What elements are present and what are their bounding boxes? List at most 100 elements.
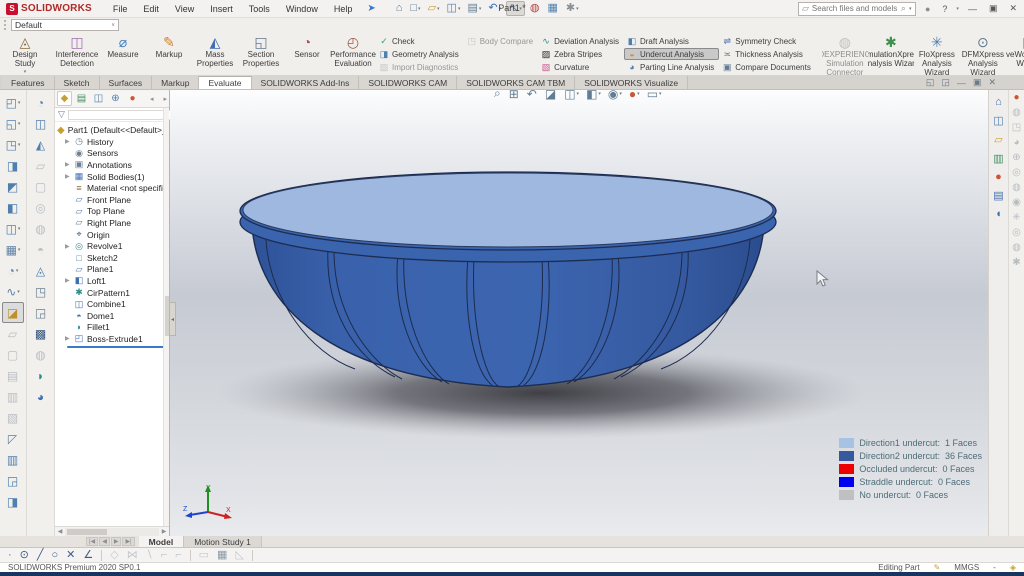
toolbar-button[interactable]: ◭ (30, 134, 52, 155)
panel-tab[interactable]: ● (125, 91, 140, 106)
toolbar-button[interactable]: ◫ ▾ (2, 218, 24, 239)
tree-item[interactable]: ◫ Combine1 (57, 298, 169, 310)
panel-tab[interactable]: ▤ (74, 91, 89, 106)
pane-split-icon[interactable]: ◲ (941, 77, 950, 88)
panel-splitter-handle[interactable]: ◂ (170, 302, 176, 336)
tree-item[interactable]: ⌖ Origin (57, 229, 169, 241)
tab-scroll-button[interactable]: ◀ (99, 537, 110, 546)
expand-arrow-icon[interactable]: ▶ (65, 138, 71, 145)
expand-arrow-icon[interactable]: ▶ (65, 277, 71, 284)
ribbon-small-button[interactable]: ◧ Draft Analysis (624, 35, 719, 47)
scroll-right-icon[interactable]: ▶ (159, 528, 169, 535)
toolbar-button[interactable]: ✱ (1012, 257, 1020, 268)
task-pane-tab[interactable]: ⌂ (995, 96, 1002, 108)
command-tab[interactable]: SOLIDWORKS CAM (359, 76, 457, 89)
toolbar-button[interactable]: ◳ ▾ (2, 134, 24, 155)
tree-item[interactable]: ◗ Fillet1 (57, 322, 169, 334)
toolbar-button[interactable]: ● (1013, 92, 1019, 103)
menu-item[interactable]: Insert (203, 2, 240, 16)
expand-arrow-icon[interactable]: ▶ (65, 335, 71, 342)
toolbar-button[interactable]: ✳ (1012, 212, 1020, 223)
toolbar-button[interactable]: ◸ (2, 428, 24, 449)
toolbar-button[interactable]: ▩ (30, 323, 52, 344)
units-caret[interactable]: - (993, 563, 996, 572)
toolbar-button[interactable]: ◕ (1013, 137, 1019, 148)
toolbar-button[interactable]: ▦ ▾ (2, 239, 24, 260)
quick-access-button[interactable]: ▦ (545, 2, 560, 15)
toolbar-button[interactable]: ◍ (1012, 242, 1021, 253)
search-icon[interactable]: ⌕ (901, 3, 906, 14)
panel-horizontal-scrollbar[interactable]: ◀ ▶ (55, 526, 169, 536)
ribbon-small-button[interactable]: ▧ Import Diagnostics (376, 61, 464, 73)
tree-item[interactable]: ▶ ◰ Boss-Extrude1 (57, 333, 169, 345)
task-pane-tab[interactable]: ◖ (995, 208, 1002, 220)
tab-scroll-button[interactable]: ▶ (111, 537, 122, 546)
doc-minimize-button[interactable]: — (957, 78, 966, 88)
view-tool-button[interactable]: ◫ ▾ (564, 90, 579, 101)
tree-item[interactable]: ▱ Right Plane (57, 217, 169, 229)
toolbar-button[interactable]: ◔ ▾ (2, 260, 24, 281)
scroll-left-icon[interactable]: ◀ (55, 528, 65, 535)
sketch-tool-button[interactable]: ▭ (199, 550, 209, 561)
ribbon-tall-button[interactable]: ◔ Sensor (284, 33, 330, 75)
menu-item[interactable]: Tools (242, 2, 277, 16)
tag-icon[interactable]: ◈ (1010, 563, 1016, 572)
ribbon-small-button[interactable]: ◒ Undercut Analysis (624, 48, 719, 60)
toolbar-button[interactable]: ◨ (2, 491, 24, 512)
command-tab[interactable]: SOLIDWORKS CAM TBM (457, 76, 575, 89)
doc-restore-button[interactable]: ▣ (973, 77, 982, 88)
ribbon-small-button[interactable]: ▣ Compare Documents (719, 61, 816, 73)
sketch-tool-button[interactable]: · (8, 550, 12, 561)
toolbar-button[interactable]: ▤ (2, 365, 24, 386)
menu-item[interactable]: File (106, 2, 135, 16)
panel-vertical-scrollbar[interactable] (163, 108, 169, 526)
expand-arrow-icon[interactable]: ▶ (65, 173, 71, 180)
sketch-tool-button[interactable]: ⊙ (20, 550, 29, 561)
command-tab[interactable]: Features (2, 76, 55, 89)
tree-root-item[interactable]: ◆ Part1 (Default<<Default>_Display Sta (57, 124, 169, 136)
ribbon-small-button[interactable]: ✓ Check (376, 35, 464, 47)
toolbar-button[interactable]: ▥ (2, 386, 24, 407)
ribbon-tall-button[interactable]: ◍ 3DEXPERIENCE Simulation Connector (822, 33, 868, 75)
toolbar-button[interactable]: ◬ (30, 260, 52, 281)
toolbar-button[interactable]: ∿ ▾ (2, 281, 24, 302)
chevron-down-icon[interactable]: ▾ (956, 6, 959, 12)
menu-item[interactable]: View (168, 2, 201, 16)
ribbon-tall-button[interactable]: ✱ SimulationXpress Analysis Wizard (868, 33, 914, 75)
minimize-button[interactable]: — (965, 4, 980, 14)
chevron-down-icon[interactable]: ▾ (909, 6, 912, 12)
tab-scroll-button[interactable]: ▶| (122, 537, 134, 546)
command-tab[interactable]: Sketch (55, 76, 100, 89)
tree-item[interactable]: ≡ Material <not specified> (57, 182, 169, 194)
toolbar-button[interactable]: ◲ (2, 470, 24, 491)
toolbar-button[interactable]: ◗ (30, 365, 52, 386)
pin-icon[interactable]: ➤ (367, 3, 375, 14)
ribbon-tall-button[interactable]: ◪ DriveWorksXpress Wizard (1006, 33, 1024, 75)
ribbon-tall-button[interactable]: ⌀ Measure (100, 33, 146, 75)
menu-item[interactable]: Window (279, 2, 325, 16)
quick-access-button[interactable]: ▱ ▾ (426, 2, 442, 15)
units-selector[interactable]: MMGS (954, 563, 979, 572)
bottom-tab[interactable]: Motion Study 1 (184, 536, 262, 547)
toolbar-button[interactable]: ◍ (30, 344, 52, 365)
design-study-button[interactable]: ◬ Design Study ▾ (2, 33, 48, 75)
tree-item[interactable]: ▶ ◎ Revolve1 (57, 240, 169, 252)
ribbon-small-button[interactable]: ∿ Deviation Analysis (538, 35, 624, 47)
quick-access-button[interactable]: ↶ ▾ (486, 2, 503, 15)
tree-item[interactable]: ▶ ▣ Annotations (57, 159, 169, 171)
tree-item[interactable]: ✱ CirPattern1 (57, 287, 169, 299)
command-tab[interactable]: Markup (152, 76, 199, 89)
sketch-tool-button[interactable] (252, 550, 253, 561)
toolbar-button[interactable]: ◳ (1012, 122, 1021, 133)
help-button[interactable]: ? (939, 4, 950, 14)
sketch-tool-button[interactable]: ∖ (146, 550, 153, 561)
quick-access-button[interactable]: □ ▾ (408, 2, 422, 15)
sketch-tool-button[interactable]: ⋈ (127, 550, 138, 561)
doc-close-button[interactable]: ✕ (988, 77, 996, 88)
toolbar-button[interactable]: ◲ (30, 302, 52, 323)
view-tool-button[interactable]: ⌕ (494, 90, 502, 101)
view-tool-button[interactable]: ◉ ▾ (608, 90, 622, 101)
quick-access-button[interactable]: ↖ ▾ (506, 1, 525, 16)
toolbar-button[interactable]: ◉ (1012, 197, 1021, 208)
toolbar-button[interactable]: ◱ ▾ (2, 113, 24, 134)
